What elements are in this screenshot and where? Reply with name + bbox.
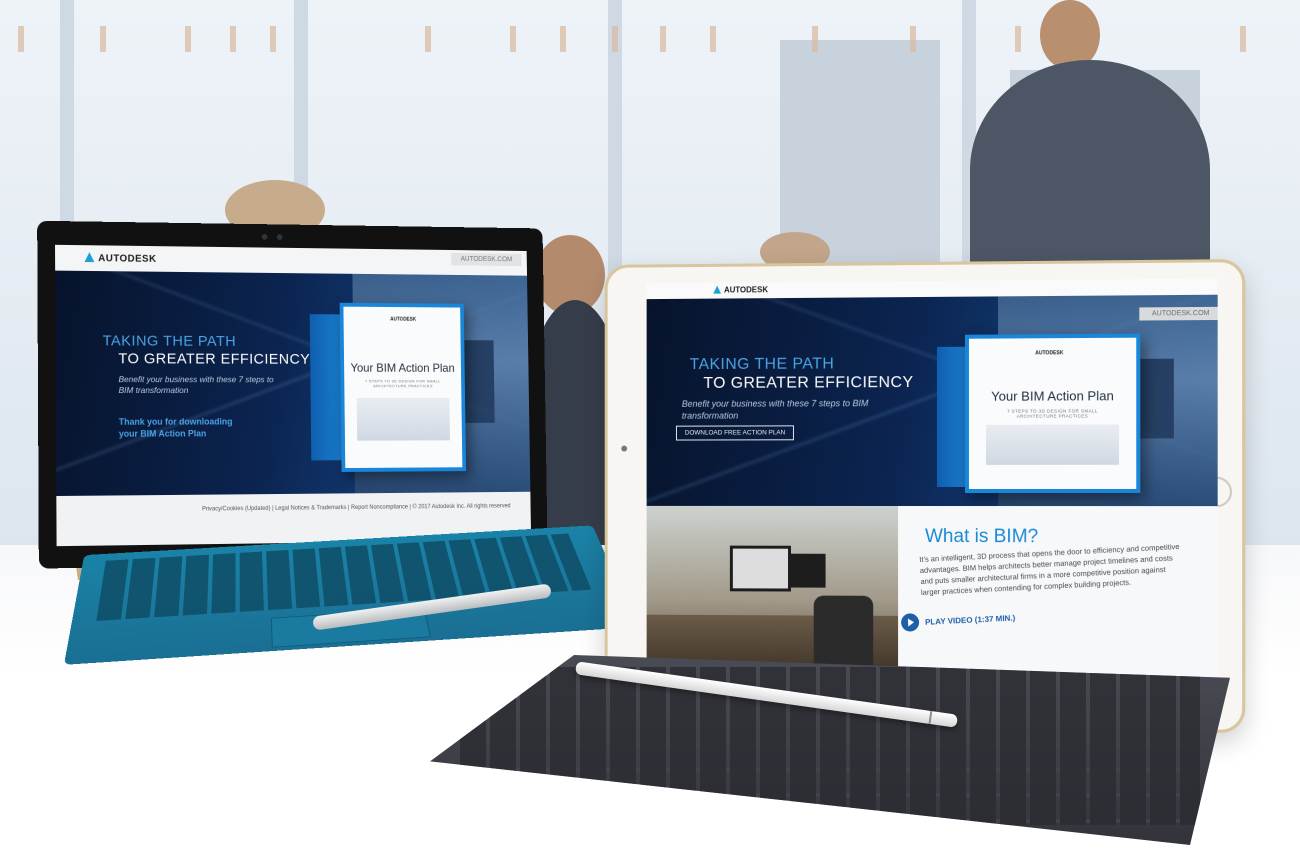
bim-action-plan-cover: AUTODESK Your BIM Action Plan 7 STEPS TO… [965,334,1140,493]
book-title: Your BIM Action Plan [969,388,1136,404]
book-illustration [356,398,450,441]
play-video-button[interactable]: PLAY VIDEO (1:37 MIN.) [901,608,1016,631]
book-title: Your BIM Action Plan [344,361,461,375]
hero-heading-line1: TAKING THE PATH [690,355,835,374]
download-confirmation: Thank you for downloading your BIM Actio… [119,416,235,440]
hero-heading-line2: TO GREATER EFFICIENCY [118,350,310,367]
hero-banner: AUTODESK Your BIM Action Plan 7 STEPS TO… [55,271,530,496]
camera-icon [621,446,627,452]
office-photo [647,506,898,676]
hero-lede: Benefit your business with these 7 steps… [682,397,879,422]
person-standing-jacket [970,60,1210,280]
what-is-bim-section: What is BIM? It’s an intelligent, 3D pro… [647,506,1218,678]
surface-tablet: AUTODESK AUTODESK.COM AUTODESK Your BIM … [37,221,548,569]
bim-action-plan-cover: AUTODESK Your BIM Action Plan 7 STEPS TO… [340,303,466,472]
footer-links[interactable]: Privacy/Cookies (Updated) | Legal Notice… [202,503,511,512]
download-action-plan-button[interactable]: DOWNLOAD FREE ACTION PLAN [676,425,794,440]
book-subtitle: 7 STEPS TO 3D DESIGN FOR SMALL ARCHITECT… [969,408,1136,419]
logo-text: AUTODESK [724,285,768,294]
autodesk-logo[interactable]: AUTODESK [713,285,768,294]
autodesk-logo-icon [85,252,95,262]
book-logo: AUTODESK [390,317,416,323]
surface-screen: AUTODESK AUTODESK.COM AUTODESK Your BIM … [55,245,531,546]
autodesk-logo[interactable]: AUTODESK [85,252,157,265]
hero-banner: AUTODESK.COM AUTODESK Your BIM Action Pl… [647,295,1218,506]
play-video-label: PLAY VIDEO (1:37 MIN.) [925,613,1016,626]
book-subtitle: 7 STEPS TO 3D DESIGN FOR SMALL ARCHITECT… [344,378,461,388]
bim-description: It’s an intelligent, 3D process that ope… [919,541,1185,598]
book-illustration [986,424,1120,464]
hero-heading-line2: TO GREATER EFFICIENCY [703,374,913,393]
hero-lede: Benefit your business with these 7 steps… [118,374,282,396]
play-icon [901,613,920,632]
camera-icon [262,234,268,240]
autodesk-com-link[interactable]: AUTODESK.COM [451,253,521,266]
hero-heading-line1: TAKING THE PATH [103,332,237,349]
book-logo: AUTODESK [1035,350,1063,356]
bim-heading: What is BIM? [925,526,1038,548]
autodesk-logo-icon [713,286,721,294]
ipad-screen: AUTODESK AUTODESK.COM AUTODESK Your BIM … [647,279,1218,718]
logo-text: AUTODESK [98,253,156,265]
camera-icon [277,234,283,240]
autodesk-com-link[interactable]: AUTODESK.COM [1140,307,1218,321]
